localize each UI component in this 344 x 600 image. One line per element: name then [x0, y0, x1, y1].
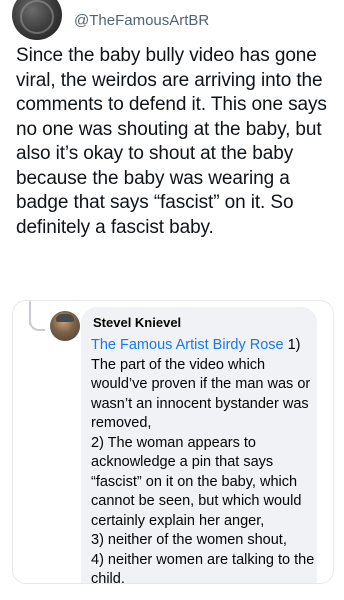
comment-text: 1) The part of the video which would’ve … — [91, 337, 315, 584]
comment-mention-link: The Famous Artist Birdy Rose — [91, 337, 284, 353]
embedded-screenshot-card[interactable]: Stevel Knievel The Famous Artist Birdy R… — [12, 300, 334, 584]
commenter-avatar-icon — [50, 311, 80, 341]
tweet-header: @TheFamousArtBR — [0, 0, 344, 42]
author-handle[interactable]: @TheFamousArtBR — [74, 12, 209, 29]
reply-thread-curve — [29, 319, 45, 331]
tweet-text: Since the baby bully video has gone vira… — [16, 45, 327, 238]
profile-avatar-icon[interactable] — [12, 0, 62, 40]
avatar-hat-shape — [56, 314, 74, 322]
avatar-art-shape — [20, 0, 54, 34]
comment-body: The Famous Artist Birdy Rose 1) The part… — [91, 336, 317, 584]
commenter-name: Stevel Knievel — [93, 315, 182, 330]
